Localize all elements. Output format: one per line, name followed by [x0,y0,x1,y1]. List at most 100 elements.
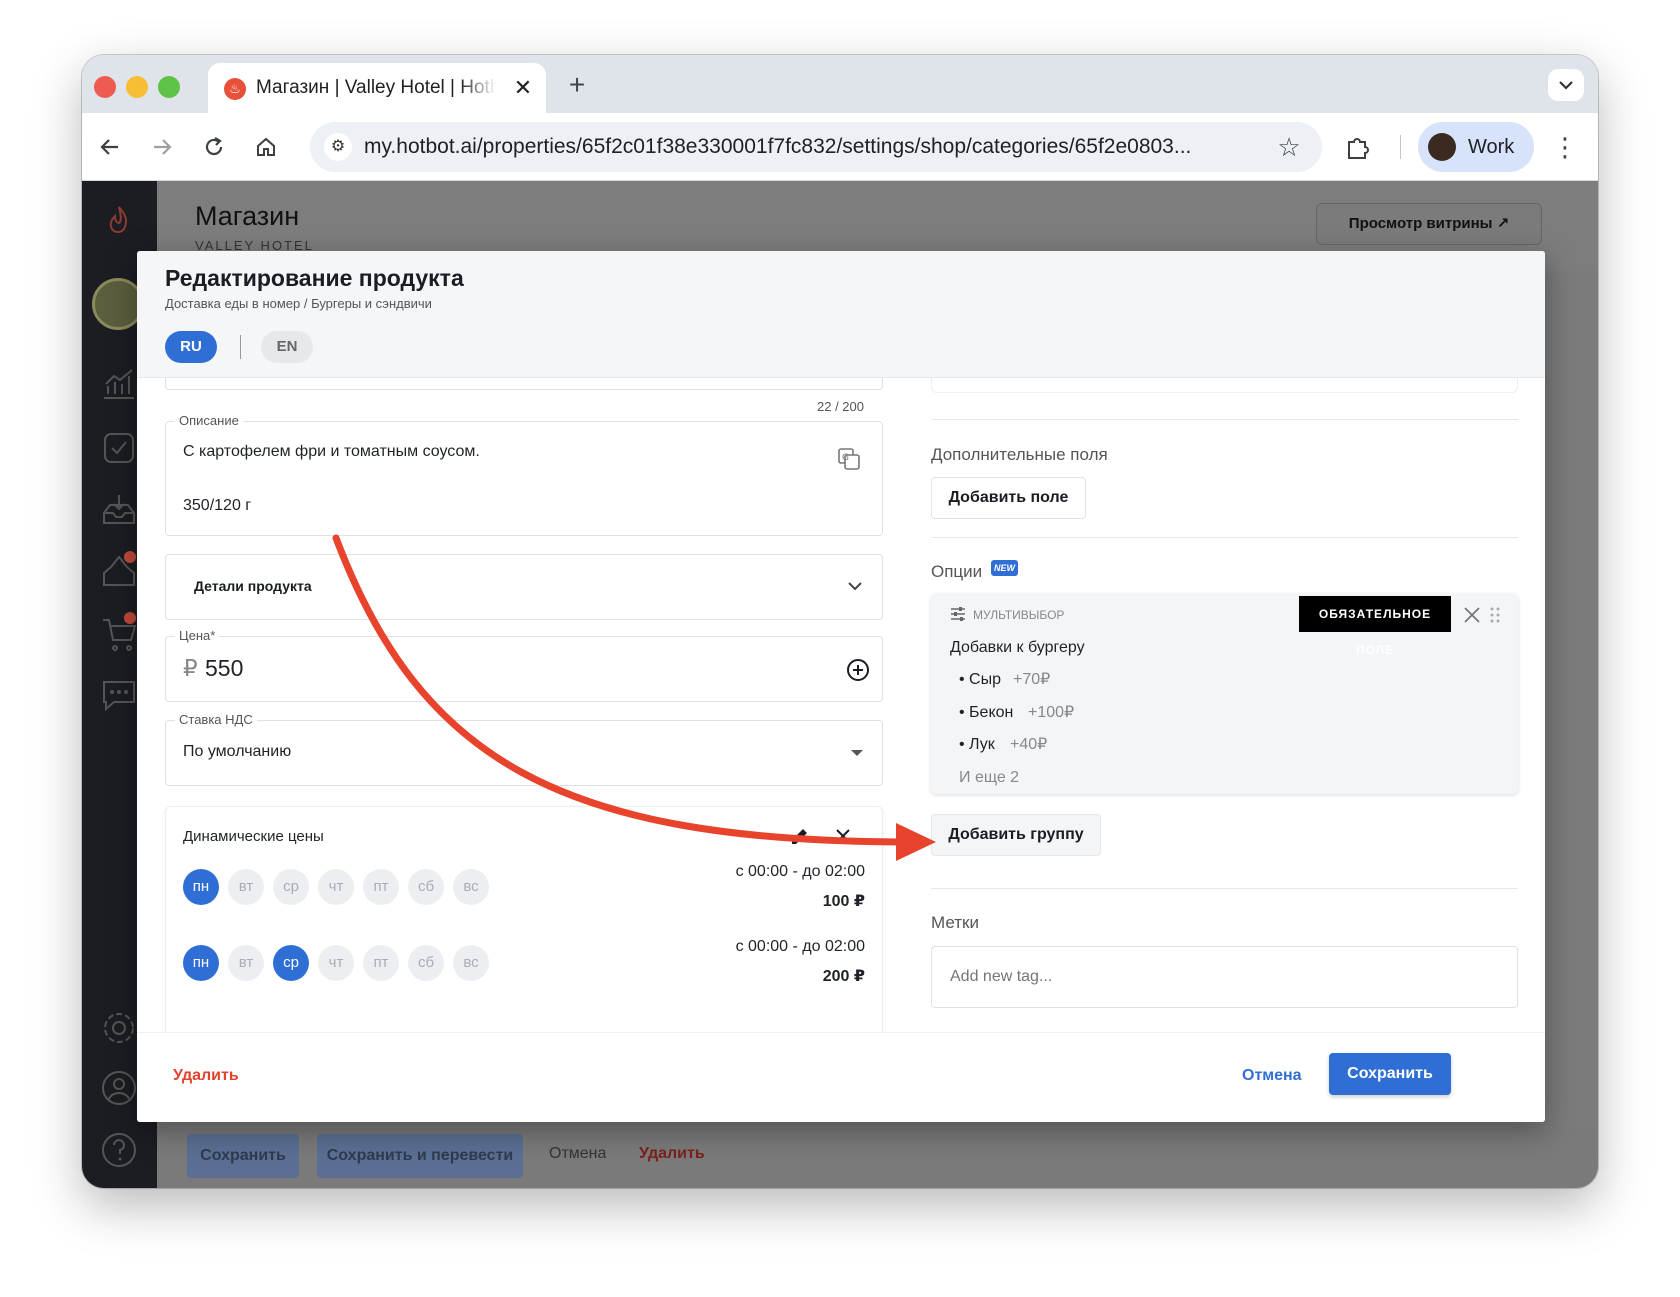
profile-avatar [1428,133,1456,161]
user-account-icon[interactable] [100,1069,138,1107]
day-chip-fri[interactable]: пт [363,869,399,905]
bookmark-star-icon[interactable]: ☆ [1274,132,1304,162]
day-chip-thu[interactable]: чт [318,945,354,981]
dynamic-prices-title: Динамические цены [183,828,324,845]
inbox-icon[interactable] [100,491,138,529]
page-delete-button[interactable]: Удалить [639,1145,705,1163]
day-chip-fri[interactable]: пт [363,945,399,981]
section-divider [931,419,1518,420]
product-details-label: Детали продукта [194,578,312,594]
dropdown-arrow-icon [851,750,863,756]
page-bottom-bar: Сохранить Сохранить и перевести Отмена У… [157,1127,1598,1188]
price-value[interactable]: 550 [205,654,243,682]
option-more-link[interactable]: И еще 2 [959,768,1019,788]
browser-tab[interactable]: ♨ Магазин | Valley Hotel | Hotbot ✕ [208,63,546,113]
close-icon[interactable] [834,827,852,845]
browser-window: ♨ Магазин | Valley Hotel | Hotbot ✕ + ⚙ … [82,55,1598,1188]
close-tab-icon[interactable]: ✕ [510,75,536,101]
rule-price: 200 ₽ [822,968,865,985]
option-item-price: +100₽ [1028,704,1075,721]
day-chip-wed[interactable]: ср [273,945,309,981]
day-chip-tue[interactable]: вт [228,945,264,981]
tag-input[interactable] [931,946,1518,1008]
drag-handle-icon[interactable] [1489,606,1501,624]
lang-tab-en[interactable]: EN [261,331,313,363]
price-label: Цена* [175,628,220,644]
lang-divider [240,335,241,359]
day-chip-sat[interactable]: сб [408,869,444,905]
day-chip-sun[interactable]: вс [453,869,489,905]
save-button[interactable]: Сохранить [1329,1053,1451,1095]
cancel-button[interactable]: Отмена [1242,1065,1302,1087]
page-save-translate-button[interactable]: Сохранить и перевести [317,1134,523,1178]
sliders-icon [951,607,965,621]
reload-icon [205,137,223,156]
option-type-label: МУЛЬТИВЫБОР [973,608,1065,622]
option-group-name: Добавки к бургеру [950,639,1085,656]
description-line-1: С картофелем фри и томатным соусом. [183,443,480,460]
page-cancel-button[interactable]: Отмена [549,1145,606,1163]
lang-tab-ru[interactable]: RU [165,331,217,363]
day-chip-mon[interactable]: пн [183,945,219,981]
hotbot-favicon-icon: ♨ [224,78,246,100]
day-chip-tue[interactable]: вт [228,869,264,905]
puzzle-icon [1348,138,1369,159]
back-button[interactable] [92,129,128,165]
modal-title: Редактирование продукта [165,265,464,291]
add-group-button[interactable]: Добавить группу [931,814,1101,856]
delete-button[interactable]: Удалить [173,1065,239,1087]
edit-pencil-icon[interactable] [789,825,811,847]
help-icon[interactable] [100,1131,138,1169]
day-chip-wed[interactable]: ср [273,869,309,905]
chevron-down-icon [1559,81,1573,90]
minimize-window-button[interactable] [126,76,148,98]
rule-time: с 00:00 - до 02:00 [735,863,865,880]
profile-button[interactable]: Work [1418,122,1534,172]
browser-menu-button[interactable]: ⋮ [1550,129,1580,165]
view-storefront-button[interactable]: Просмотр витрины ↗ [1316,203,1542,245]
price-field[interactable] [165,636,883,702]
new-badge: NEW [991,560,1018,576]
notification-badge [124,612,136,624]
day-chip-mon[interactable]: пн [183,869,219,905]
description-label: Описание [175,413,243,429]
profile-label: Work [1468,136,1515,158]
forward-button[interactable] [144,129,180,165]
hotbot-logo-icon[interactable] [100,201,138,239]
url-text[interactable]: my.hotbot.ai/properties/65f2c01f38e33000… [364,134,1254,160]
name-field[interactable] [165,378,883,390]
char-counter: 22 / 200 [817,399,864,414]
address-bar[interactable]: ⚙ my.hotbot.ai/properties/65f2c01f38e330… [310,122,1322,172]
add-circle-icon[interactable] [846,658,870,682]
arrow-right-icon [154,139,172,155]
new-tab-button[interactable]: + [560,69,594,103]
option-item-name: • Сыр [959,671,1001,688]
analytics-icon[interactable] [100,366,138,404]
reload-button[interactable] [196,129,232,165]
tasks-check-icon[interactable] [100,429,138,467]
description-field[interactable] [165,421,883,536]
tab-search-button[interactable] [1548,69,1584,101]
day-chip-sun[interactable]: вс [453,945,489,981]
currency-symbol: ₽ [183,655,198,681]
chat-icon[interactable] [100,676,138,714]
home-button[interactable] [248,129,284,165]
vat-value: По умолчанию [183,743,292,760]
settings-gear-icon[interactable] [100,1009,138,1047]
day-chip-sat[interactable]: сб [408,945,444,981]
day-chip-thu[interactable]: чт [318,869,354,905]
site-settings-icon[interactable]: ⚙ [324,133,352,161]
options-title: Опции [931,562,983,581]
maximize-window-button[interactable] [158,76,180,98]
page-save-button[interactable]: Сохранить [187,1134,299,1178]
close-icon[interactable] [1463,606,1481,624]
add-field-button[interactable]: Добавить поле [931,477,1086,519]
option-item-name: • Лук [959,736,995,753]
translate-icon[interactable]: G [837,447,861,471]
tab-strip: ♨ Магазин | Valley Hotel | Hotbot ✕ + [82,55,1598,113]
rule-price: 100 ₽ [822,893,865,910]
extensions-button[interactable] [1342,132,1374,164]
home-icon [257,137,275,156]
close-window-button[interactable] [94,76,116,98]
vat-label: Ставка НДС [175,712,257,728]
